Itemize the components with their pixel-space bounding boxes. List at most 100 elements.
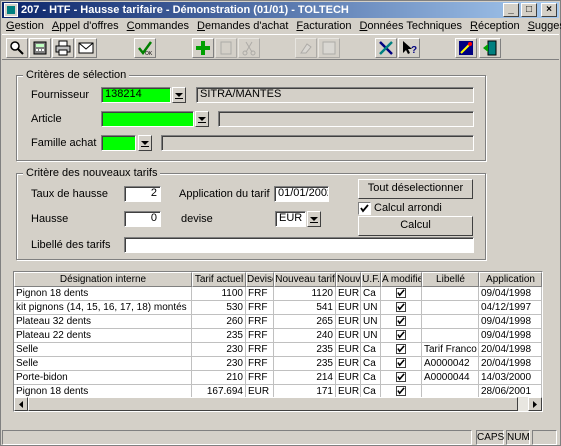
a-modifier-checkbox[interactable] [396,330,406,340]
horizontal-scroll-thumb[interactable] [28,397,518,411]
article-input[interactable] [101,111,194,127]
hausse-input[interactable]: 0 [124,211,161,227]
menu-reception[interactable]: Réception [466,20,524,32]
a-modifier-checkbox[interactable] [396,288,406,298]
article-dropdown-button[interactable] [195,111,209,127]
cut-icon[interactable] [238,38,260,58]
checkmark-icon [397,359,405,367]
calcul-button[interactable]: Calcul [358,216,473,236]
scroll-down-button[interactable] [542,383,543,397]
table-row[interactable]: Selle 230 FRF 235 EUR Ca A0000042 20/04/1998 [14,357,542,371]
col-application[interactable]: Application [479,272,542,287]
copy-icon[interactable] [215,38,237,58]
menu-donnees-techniques[interactable]: Données Techniques [355,20,466,32]
famille-desc-field [161,135,474,151]
col-uf[interactable]: U.F. [361,272,381,287]
cell-designation: kit pignons (14, 15, 16, 17, 18) montés [14,301,192,315]
deselect-all-button[interactable]: Tout déselectionner [358,179,473,199]
cell-nouveau-devise: EUR [336,343,361,357]
application-label: Application du tarif [179,188,270,200]
cell-nouveau-devise: EUR [336,315,361,329]
cell-a-modifier[interactable] [381,343,422,357]
table-row[interactable]: Plateau 32 dents 260 FRF 265 EUR UN 09/04/1998 [14,315,542,329]
menu-gestion[interactable]: Gestion [2,20,48,32]
status-extra-panel [532,430,557,445]
cell-uf: Ca [361,343,381,357]
libelle-input[interactable] [124,237,474,253]
cell-a-modifier[interactable] [381,301,422,315]
devise-label: devise [181,213,213,225]
cell-libelle: Tarif Franco [422,343,479,357]
cell-nouveau-tarif: 1120 [274,287,336,301]
cell-a-modifier[interactable] [381,371,422,385]
devise-dropdown-button[interactable] [307,211,321,227]
checkmark-icon [397,317,405,325]
grid-header: Désignation interne Tarif actuel Devise … [14,272,542,287]
col-nouveau-devise[interactable]: Nouveau [336,272,361,287]
clear-icon[interactable] [318,38,340,58]
maximize-button[interactable]: □ [521,3,537,17]
cell-a-modifier[interactable] [381,287,422,301]
tools-icon[interactable] [375,38,397,58]
calculator-icon[interactable] [29,38,51,58]
col-libelle[interactable]: Libellé [422,272,479,287]
fournisseur-dropdown-button[interactable] [172,87,186,103]
exit-icon[interactable] [479,38,501,58]
menu-commandes[interactable]: Commandes [123,20,193,32]
a-modifier-checkbox[interactable] [396,386,406,396]
col-devise[interactable]: Devise [246,272,274,287]
validate-ok-icon[interactable]: OK [134,38,156,58]
fournisseur-input[interactable]: 138214 [101,87,171,103]
application-date-input[interactable]: 01/01/2002 [274,186,329,202]
scroll-right-button[interactable] [528,397,542,411]
vertical-scroll-thumb[interactable] [542,286,543,300]
erase-icon[interactable] [295,38,317,58]
cell-nouveau-devise: EUR [336,287,361,301]
cell-nouveau-tarif: 265 [274,315,336,329]
main-window: 207 - HTF - Hausse tarifaire - Démonstra… [0,0,561,446]
cell-a-modifier[interactable] [381,357,422,371]
col-designation[interactable]: Désignation interne [14,272,192,287]
famille-dropdown-button[interactable] [138,135,152,151]
menu-facturation[interactable]: Facturation [292,20,355,32]
wizard-icon[interactable] [455,38,477,58]
add-icon[interactable] [192,38,214,58]
taux-input[interactable]: 2 [124,186,161,202]
cell-a-modifier[interactable] [381,329,422,343]
a-modifier-checkbox[interactable] [396,372,406,382]
scroll-up-button[interactable] [542,272,543,286]
table-row[interactable]: kit pignons (14, 15, 16, 17, 18) montés 5… [14,301,542,315]
cell-tarif-actuel: 210 [192,371,246,385]
search-icon[interactable] [6,38,28,58]
cell-libelle: A0000044 [422,371,479,385]
cell-devise: FRF [246,329,274,343]
grid-horizontal-scrollbar[interactable] [14,397,542,411]
col-tarif-actuel[interactable]: Tarif actuel [192,272,246,287]
scroll-left-button[interactable] [14,397,28,411]
a-modifier-checkbox[interactable] [396,316,406,326]
table-row[interactable]: Plateau 22 dents 235 FRF 240 EUR UN 09/04/1998 [14,329,542,343]
envelope-icon[interactable] [75,38,97,58]
app-icon [4,3,18,17]
table-row[interactable]: Selle 230 FRF 235 EUR Ca Tarif Franco 20/04/199… [14,343,542,357]
minimize-button[interactable]: _ [503,3,519,17]
close-button[interactable]: × [541,3,557,17]
menu-suggestions[interactable]: Suggestions [524,20,561,32]
menu-demandes-achat[interactable]: Demandes d'achat [193,20,292,32]
col-a-modifier[interactable]: A modifier [381,272,422,287]
a-modifier-checkbox[interactable] [396,358,406,368]
help-icon[interactable]: ? [398,38,420,58]
menu-appel-offres[interactable]: Appel d'offres [48,20,123,32]
devise-input[interactable]: EUR [275,211,306,227]
calcul-arrondi-checkbox[interactable] [358,202,371,215]
printer-icon[interactable] [52,38,74,58]
cell-devise: FRF [246,301,274,315]
a-modifier-checkbox[interactable] [396,302,406,312]
table-row[interactable]: Pignon 18 dents 1100 FRF 1120 EUR Ca 09/04/199… [14,287,542,301]
col-nouveau-tarif[interactable]: Nouveau tarif [274,272,336,287]
cell-a-modifier[interactable] [381,315,422,329]
famille-input[interactable] [101,135,136,151]
table-row[interactable]: Porte-bidon 210 FRF 214 EUR Ca A0000044 14/03/2… [14,371,542,385]
a-modifier-checkbox[interactable] [396,344,406,354]
grid-vertical-scrollbar[interactable] [542,272,543,397]
